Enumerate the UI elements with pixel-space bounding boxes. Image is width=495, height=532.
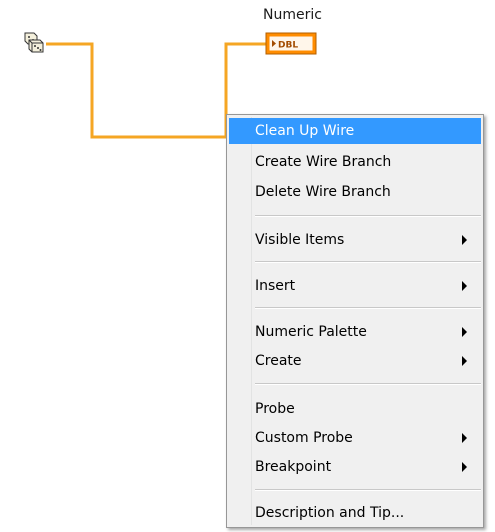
terminal-type-label: DBL [278,41,298,51]
menu-separator [255,489,481,491]
menu-item-create-wire-branch[interactable]: Create Wire Branch [229,149,481,175]
submenu-arrow-icon [462,281,467,291]
context-menu: Clean Up Wire Create Wire Branch Delete … [226,114,484,528]
submenu-arrow-icon [462,462,467,472]
dice-icon[interactable] [22,30,46,54]
menu-item-delete-wire-branch[interactable]: Delete Wire Branch [229,179,481,205]
menu-separator [255,215,481,217]
menu-separator [255,383,481,385]
menu-item-clean-up-wire[interactable]: Clean Up Wire [229,118,481,144]
menu-separator [255,307,481,309]
menu-item-insert[interactable]: Insert [229,273,481,299]
menu-item-probe[interactable]: Probe [229,396,481,422]
menu-separator [255,261,481,263]
menu-item-custom-probe[interactable]: Custom Probe [229,425,481,451]
submenu-arrow-icon [462,433,467,443]
indicator-label: Numeric [263,7,322,23]
submenu-arrow-icon [462,235,467,245]
submenu-arrow-icon [462,356,467,366]
menu-item-visible-items[interactable]: Visible Items [229,227,481,253]
menu-item-breakpoint[interactable]: Breakpoint [229,454,481,480]
menu-item-create[interactable]: Create [229,348,481,374]
menu-item-description-and-tip[interactable]: Description and Tip... [229,500,481,526]
numeric-indicator-terminal[interactable]: DBL [265,32,317,55]
submenu-arrow-icon [462,327,467,337]
menu-item-numeric-palette[interactable]: Numeric Palette [229,319,481,345]
